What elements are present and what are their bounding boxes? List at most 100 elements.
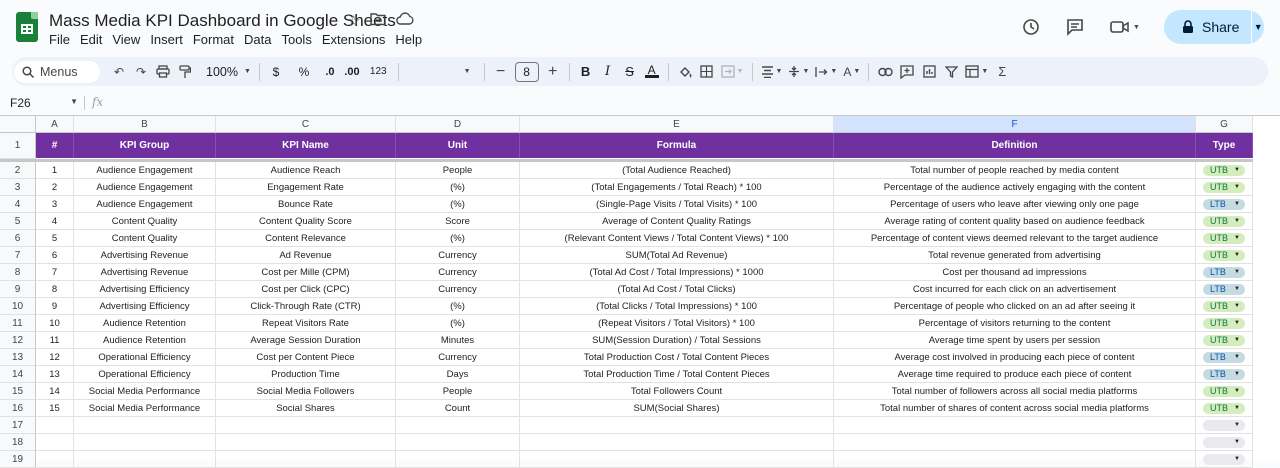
- print-icon[interactable]: [152, 60, 174, 84]
- table-cell[interactable]: Click-Through Rate (CTR): [216, 298, 396, 315]
- table-cell[interactable]: Social Media Performance: [74, 383, 216, 400]
- document-title[interactable]: Mass Media KPI Dashboard in Google Sheet…: [49, 11, 396, 31]
- table-cell[interactable]: Cost per Click (CPC): [216, 281, 396, 298]
- table-cell[interactable]: (Single-Page Visits / Total Visits) * 10…: [520, 196, 834, 213]
- table-cell[interactable]: 12: [36, 349, 74, 366]
- column-header-b[interactable]: B: [74, 116, 216, 133]
- italic-icon[interactable]: I: [597, 60, 619, 84]
- type-cell[interactable]: LTB ▼: [1196, 196, 1253, 213]
- type-dropdown-chip[interactable]: LTB ▼: [1203, 266, 1245, 278]
- table-cell[interactable]: (Relevant Content Views / Total Content …: [520, 230, 834, 247]
- table-cell[interactable]: Total Production Cost / Total Content Pi…: [520, 349, 834, 366]
- currency-format-button[interactable]: $: [265, 60, 287, 84]
- table-cell[interactable]: Audience Retention: [74, 315, 216, 332]
- vertical-align-icon[interactable]: ▼: [785, 60, 812, 84]
- table-cell[interactable]: (Repeat Visitors / Total Visitors) * 100: [520, 315, 834, 332]
- type-cell[interactable]: UTB ▼: [1196, 230, 1253, 247]
- table-cell[interactable]: Currency: [396, 349, 520, 366]
- table-cell[interactable]: Production Time: [216, 366, 396, 383]
- row-header[interactable]: 17: [0, 417, 36, 434]
- table-cell[interactable]: 6: [36, 247, 74, 264]
- table-cell[interactable]: Content Quality: [74, 230, 216, 247]
- table-cell[interactable]: Total Production Time / Total Content Pi…: [520, 366, 834, 383]
- row-header[interactable]: 2: [0, 162, 36, 179]
- undo-icon[interactable]: ↶: [108, 60, 130, 84]
- table-cell[interactable]: (%): [396, 298, 520, 315]
- name-box-dropdown-icon[interactable]: ▼: [70, 97, 78, 106]
- filter-views-icon[interactable]: ▼: [962, 60, 991, 84]
- type-dropdown-chip[interactable]: UTB ▼: [1203, 181, 1245, 193]
- table-cell[interactable]: Total number of followers across all soc…: [834, 383, 1196, 400]
- table-header-cell[interactable]: KPI Group: [74, 133, 216, 158]
- row-header[interactable]: 8: [0, 264, 36, 281]
- bold-icon[interactable]: B: [575, 60, 597, 84]
- filter-icon[interactable]: [940, 60, 962, 84]
- formula-input[interactable]: [115, 95, 1255, 111]
- table-cell[interactable]: Audience Engagement: [74, 179, 216, 196]
- table-cell[interactable]: Social Media Followers: [216, 383, 396, 400]
- table-cell[interactable]: Percentage of visitors returning to the …: [834, 315, 1196, 332]
- table-cell[interactable]: (Total Engagements / Total Reach) * 100: [520, 179, 834, 196]
- menu-format[interactable]: Format: [193, 32, 238, 47]
- increase-decimal-button[interactable]: .00: [341, 60, 363, 84]
- menu-help[interactable]: Help: [395, 32, 426, 47]
- table-cell[interactable]: [74, 417, 216, 434]
- star-icon[interactable]: ☆: [347, 12, 360, 30]
- functions-icon[interactable]: Σ: [991, 60, 1013, 84]
- type-dropdown-chip[interactable]: LTB ▼: [1203, 351, 1245, 363]
- table-cell[interactable]: Engagement Rate: [216, 179, 396, 196]
- menu-view[interactable]: View: [112, 32, 144, 47]
- row-header[interactable]: 16: [0, 400, 36, 417]
- sheets-logo-icon[interactable]: [16, 12, 38, 42]
- table-cell[interactable]: (Total Ad Cost / Total Impressions) * 10…: [520, 264, 834, 281]
- table-cell[interactable]: Total number of shares of content across…: [834, 400, 1196, 417]
- table-cell[interactable]: 4: [36, 213, 74, 230]
- table-cell[interactable]: 15: [36, 400, 74, 417]
- type-cell[interactable]: UTB ▼: [1196, 315, 1253, 332]
- row-header[interactable]: 15: [0, 383, 36, 400]
- table-header-cell[interactable]: Type: [1196, 133, 1253, 158]
- row-header[interactable]: 1: [0, 133, 36, 159]
- merge-cells-icon[interactable]: ▼: [718, 60, 747, 84]
- type-dropdown-chip[interactable]: UTB ▼: [1203, 385, 1245, 397]
- table-cell[interactable]: Advertising Revenue: [74, 247, 216, 264]
- table-cell[interactable]: (%): [396, 196, 520, 213]
- table-cell[interactable]: Score: [396, 213, 520, 230]
- table-cell[interactable]: Bounce Rate: [216, 196, 396, 213]
- table-cell[interactable]: Audience Retention: [74, 332, 216, 349]
- percent-format-button[interactable]: %: [293, 60, 315, 84]
- table-cell[interactable]: [396, 417, 520, 434]
- table-cell[interactable]: [520, 417, 834, 434]
- text-color-icon[interactable]: A: [641, 60, 663, 84]
- decrease-font-size-icon[interactable]: −: [490, 60, 512, 84]
- table-cell[interactable]: Average of Content Quality Ratings: [520, 213, 834, 230]
- cloud-status-icon[interactable]: [396, 12, 414, 30]
- table-cell[interactable]: Social Shares: [216, 400, 396, 417]
- table-cell[interactable]: (Total Clicks / Total Impressions) * 100: [520, 298, 834, 315]
- type-cell[interactable]: UTB ▼: [1196, 400, 1253, 417]
- menu-edit[interactable]: Edit: [80, 32, 106, 47]
- table-cell[interactable]: Audience Engagement: [74, 162, 216, 179]
- table-cell[interactable]: SUM(Total Ad Revenue): [520, 247, 834, 264]
- menu-insert[interactable]: Insert: [150, 32, 187, 47]
- table-cell[interactable]: [36, 417, 74, 434]
- text-rotation-icon[interactable]: A ▼: [840, 60, 863, 84]
- comments-icon[interactable]: [1064, 16, 1086, 38]
- insert-chart-icon[interactable]: [918, 60, 940, 84]
- type-dropdown-chip[interactable]: UTB ▼: [1203, 317, 1245, 329]
- table-cell[interactable]: [216, 434, 396, 451]
- table-cell[interactable]: [396, 434, 520, 451]
- select-all-corner[interactable]: [0, 116, 36, 133]
- table-cell[interactable]: (%): [396, 315, 520, 332]
- type-dropdown-chip[interactable]: ▼: [1203, 453, 1245, 465]
- table-cell[interactable]: Average rating of content quality based …: [834, 213, 1196, 230]
- table-cell[interactable]: 7: [36, 264, 74, 281]
- type-dropdown-chip[interactable]: UTB ▼: [1203, 334, 1245, 346]
- table-cell[interactable]: 2: [36, 179, 74, 196]
- table-cell[interactable]: People: [396, 383, 520, 400]
- table-cell[interactable]: [36, 434, 74, 451]
- share-button[interactable]: Share ▼: [1164, 10, 1264, 44]
- table-cell[interactable]: Cost incurred for each click on an adver…: [834, 281, 1196, 298]
- meet-video-icon[interactable]: ▼: [1108, 16, 1142, 38]
- type-dropdown-chip[interactable]: LTB ▼: [1203, 368, 1245, 380]
